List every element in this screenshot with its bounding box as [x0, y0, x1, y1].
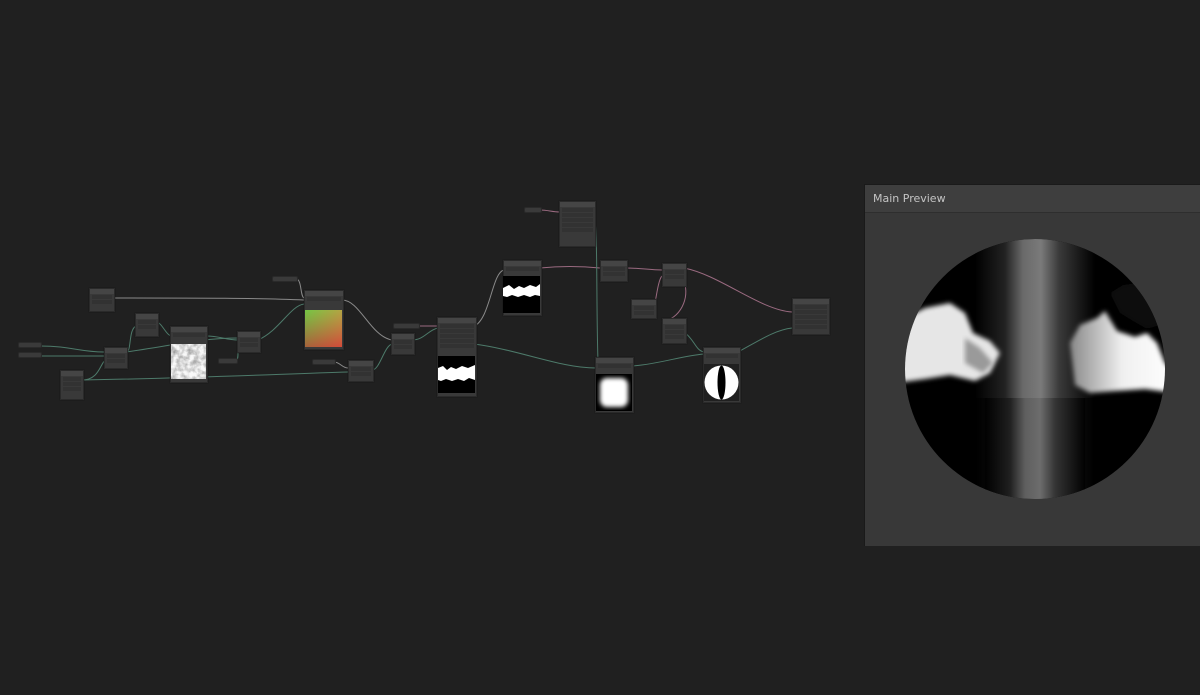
node-add[interactable] — [135, 313, 159, 337]
property-node[interactable] — [312, 359, 336, 365]
wire — [341, 299, 393, 341]
wire — [111, 297, 305, 301]
wire — [333, 361, 349, 369]
wire — [539, 266, 601, 269]
property-node[interactable] — [272, 276, 298, 282]
node-lerp[interactable] — [237, 331, 261, 353]
wire — [473, 343, 597, 369]
sphere-preview-icon — [905, 239, 1165, 499]
main-preview-window[interactable]: Main Preview — [864, 184, 1200, 546]
wire — [631, 353, 705, 367]
wire — [625, 267, 663, 271]
node-lerp-2[interactable] — [662, 263, 687, 287]
noise-preview-thumbnail — [171, 344, 206, 379]
property-node[interactable] — [18, 342, 42, 348]
node-color[interactable] — [631, 299, 657, 319]
node-sample-texture-2[interactable] — [559, 201, 596, 247]
property-node[interactable] — [18, 352, 42, 358]
node-add-2[interactable] — [391, 333, 415, 355]
node-multiply-3[interactable] — [600, 260, 628, 282]
wire — [81, 371, 349, 381]
shader-graph-canvas[interactable]: Main Preview — [0, 0, 1200, 695]
wire — [411, 327, 439, 341]
main-preview-title: Main Preview — [865, 185, 1200, 213]
wire — [473, 269, 505, 327]
wire — [539, 209, 561, 213]
wire — [371, 343, 393, 371]
gradient-preview-thumbnail — [305, 310, 342, 347]
wire — [683, 331, 705, 353]
node-multiply[interactable] — [104, 347, 128, 369]
wire — [683, 267, 793, 313]
property-node[interactable] — [218, 358, 238, 364]
wire — [257, 303, 305, 341]
wire — [39, 345, 105, 353]
property-node[interactable] — [524, 207, 542, 213]
wire — [737, 327, 793, 353]
node-multiply-2[interactable] — [348, 360, 374, 382]
rectangle-preview-thumbnail — [596, 374, 632, 411]
sphere-mask-preview-thumbnail — [704, 364, 739, 401]
wire — [81, 359, 107, 381]
node-time[interactable] — [89, 288, 115, 312]
node-split[interactable] — [662, 318, 687, 344]
mask-preview-thumbnail — [503, 276, 540, 313]
wire — [295, 278, 305, 299]
property-node[interactable] — [393, 323, 420, 329]
node-master[interactable] — [792, 298, 830, 335]
node-uv[interactable] — [60, 370, 84, 400]
step-preview-thumbnail — [438, 356, 475, 393]
